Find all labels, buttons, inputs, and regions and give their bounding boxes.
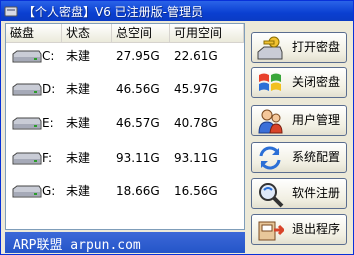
table-row[interactable]: F: 未建 93.11G 93.11G xyxy=(6,148,244,168)
drive-total: 18.66G xyxy=(116,184,160,198)
drive-free: 45.97G xyxy=(174,82,218,96)
open-disk-label: 打开密盘 xyxy=(292,40,341,54)
hard-drive-icon xyxy=(12,50,42,63)
register-button[interactable]: 软件注册 xyxy=(251,178,347,209)
column-status[interactable]: 状态 xyxy=(62,24,112,42)
table-row[interactable]: D: 未建 46.56G 45.97G xyxy=(6,79,244,99)
drive-total: 27.95G xyxy=(116,49,160,63)
drive-letter: D: xyxy=(42,82,56,96)
drive-status: 未建 xyxy=(66,82,91,96)
drive-free: 22.61G xyxy=(174,49,218,63)
drive-free: 16.56G xyxy=(174,184,218,198)
drive-letter: G: xyxy=(42,184,56,198)
hard-drive-icon xyxy=(12,117,42,130)
drive-status: 未建 xyxy=(66,151,91,165)
drive-status: 未建 xyxy=(66,116,91,130)
exit-label: 退出程序 xyxy=(292,222,341,236)
exit-door-icon xyxy=(258,221,284,241)
footer-banner[interactable]: ARP联盟 arpun.com xyxy=(5,232,245,253)
drive-free: 93.11G xyxy=(174,151,218,165)
magnifier-icon xyxy=(259,183,284,208)
window-title: 【个人密盘】V6 已注册版-管理员 xyxy=(23,5,203,19)
table-row[interactable]: G: 未建 18.66G 16.56G xyxy=(6,181,244,201)
hard-drive-icon xyxy=(12,83,42,96)
drive-total: 46.57G xyxy=(116,116,160,130)
system-config-button[interactable]: 系统配置 xyxy=(251,142,347,173)
table-row[interactable]: E: 未建 46.57G 40.78G xyxy=(6,113,244,133)
hard-drive-icon xyxy=(12,185,42,198)
sync-arrows-icon xyxy=(259,146,281,170)
drive-letter: C: xyxy=(42,49,55,63)
drive-total: 46.56G xyxy=(116,82,160,96)
table-row[interactable]: C: 未建 27.95G 22.61G xyxy=(6,46,244,66)
exit-button[interactable]: 退出程序 xyxy=(251,214,347,245)
drive-status: 未建 xyxy=(66,49,91,63)
drive-free: 40.78G xyxy=(174,116,218,130)
column-drive[interactable]: 磁盘 xyxy=(6,24,62,42)
system-config-label: 系统配置 xyxy=(292,150,341,164)
key-disk-icon xyxy=(257,36,283,60)
close-disk-button[interactable]: 关闭密盘 xyxy=(251,67,347,98)
register-label: 软件注册 xyxy=(292,186,341,200)
drive-letter: E: xyxy=(42,116,54,130)
column-free-space[interactable]: 可用空间 xyxy=(170,24,244,42)
drive-letter: F: xyxy=(42,151,53,165)
user-management-button[interactable]: 用户管理 xyxy=(251,105,347,136)
column-total-space[interactable]: 总空间 xyxy=(112,24,170,42)
app-icon xyxy=(4,6,18,17)
hard-drive-icon xyxy=(12,152,42,165)
list-header: 磁盘 状态 总空间 可用空间 xyxy=(6,24,244,43)
footer-text: ARP联盟 arpun.com xyxy=(13,238,141,253)
drive-status: 未建 xyxy=(66,184,91,198)
close-disk-label: 关闭密盘 xyxy=(292,75,341,89)
drive-total: 93.11G xyxy=(116,151,160,165)
windows-flag-icon xyxy=(259,73,281,91)
drive-list[interactable]: 磁盘 状态 总空间 可用空间 C: 未建 27.95G 22.61G D: 未建… xyxy=(5,23,245,230)
user-management-label: 用户管理 xyxy=(292,113,341,127)
open-disk-button[interactable]: 打开密盘 xyxy=(251,32,347,63)
title-bar[interactable]: 【个人密盘】V6 已注册版-管理员 xyxy=(1,1,353,21)
main-window: 【个人密盘】V6 已注册版-管理员 磁盘 状态 总空间 可用空间 C: 未建 2… xyxy=(0,0,354,255)
users-icon xyxy=(258,109,283,134)
